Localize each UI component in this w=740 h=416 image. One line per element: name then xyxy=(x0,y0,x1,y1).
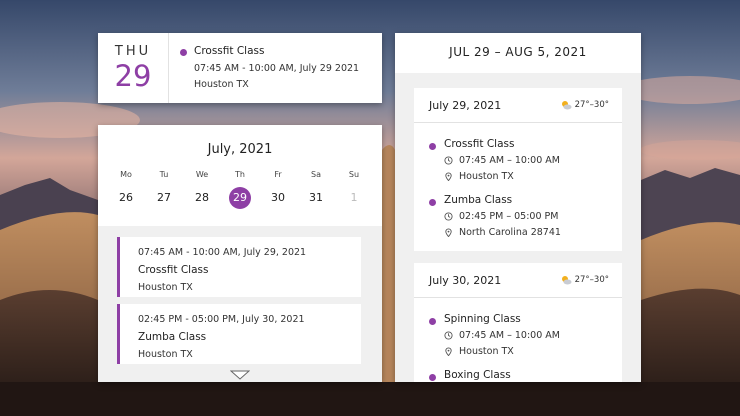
agenda-day-header: July 30, 2021 27°–30° xyxy=(414,263,622,298)
agenda-event[interactable]: Crossfit Class 07:45 AM – 10:00 AM Houst… xyxy=(414,138,622,182)
day-cell[interactable]: Su 1 xyxy=(341,170,367,209)
agenda-widget[interactable]: JUL 29 – AUG 5, 2021 July 29, 2021 27°–3… xyxy=(395,33,641,382)
event-dot-icon xyxy=(429,318,436,325)
event-location-row: North Carolina 28741 xyxy=(444,227,622,238)
chevron-down-icon[interactable] xyxy=(230,370,250,380)
month-widget[interactable]: July, 2021 Mo 26 Tu 27 We 28 Th 29 Fr 30 Sa 31… xyxy=(98,125,382,382)
clock-icon xyxy=(444,212,453,221)
day-cell[interactable]: Fr 30 xyxy=(265,170,291,209)
event-time-row: 07:45 AM – 10:00 AM xyxy=(444,155,622,166)
weather-range: 27°–30° xyxy=(574,100,609,110)
agenda-day-card[interactable]: July 30, 2021 27°–30° Spinning Class 07:… xyxy=(414,263,622,382)
weekday-label: Sa xyxy=(311,170,321,179)
agenda-event[interactable]: Zumba Class 02:45 PM – 05:00 PM North Ca… xyxy=(414,194,622,238)
event-title: Zumba Class xyxy=(444,194,513,206)
event-title: Crossfit Class xyxy=(194,45,265,57)
day-cell[interactable]: Tu 27 xyxy=(151,170,177,209)
agenda-date: July 30, 2021 xyxy=(429,274,502,287)
clock-icon xyxy=(444,156,453,165)
event-location-row: Houston TX xyxy=(444,346,622,357)
weekday-label: Th xyxy=(235,170,245,179)
event-location: Houston TX xyxy=(138,282,193,293)
agenda-day-header: July 29, 2021 27°–30° xyxy=(414,88,622,123)
today-widget[interactable]: THU 29 Crossfit Class 07:45 AM - 10:00 A… xyxy=(98,33,382,103)
event-time-row: 07:45 AM – 10:00 AM xyxy=(444,330,622,341)
event-card[interactable]: 07:45 AM - 10:00 AM, July 29, 2021 Cross… xyxy=(117,237,361,297)
day-number: 1 xyxy=(350,191,358,204)
event-card[interactable]: 02:45 PM - 05:00 PM, July 30, 2021 Zumba… xyxy=(117,304,361,364)
event-time: 07:45 AM – 10:00 AM xyxy=(459,330,560,341)
event-title: Crossfit Class xyxy=(138,264,209,276)
location-pin-icon xyxy=(445,172,452,181)
event-title: Boxing Class xyxy=(444,369,511,381)
event-dot-icon xyxy=(429,199,436,206)
weather-info: 27°–30° xyxy=(560,274,609,286)
event-location: Houston TX xyxy=(459,171,514,182)
event-location: Houston TX xyxy=(459,346,514,357)
event-time: 02:45 PM - 05:00 PM, July 30, 2021 xyxy=(138,314,305,325)
day-cell[interactable]: Mo 26 xyxy=(113,170,139,209)
weekday-label: THU xyxy=(114,44,152,59)
selected-day-number: 29 xyxy=(229,187,251,209)
location-pin-icon xyxy=(445,347,452,356)
event-time-row: 02:45 PM – 05:00 PM xyxy=(444,211,622,222)
event-location: Houston TX xyxy=(138,349,193,360)
day-cell[interactable]: Sa 31 xyxy=(303,170,329,209)
day-cell-selected[interactable]: Th 29 xyxy=(227,170,253,209)
event-title: Crossfit Class xyxy=(444,138,515,150)
event-time: 07:45 AM – 10:00 AM xyxy=(459,155,560,166)
day-number: 27 xyxy=(157,191,171,204)
day-number: 26 xyxy=(119,191,133,204)
date-range-title: JUL 29 – AUG 5, 2021 xyxy=(395,33,641,73)
event-time: 07:45 AM - 10:00 AM, July 29 2021 xyxy=(194,63,360,74)
clock-icon xyxy=(444,331,453,340)
agenda-day-card[interactable]: July 29, 2021 27°–30° Crossfit Class 07:… xyxy=(414,88,622,251)
today-event[interactable]: Crossfit Class 07:45 AM - 10:00 AM, July… xyxy=(180,45,359,90)
day-number: 30 xyxy=(271,191,285,204)
partly-sunny-icon xyxy=(561,101,572,110)
event-time: 07:45 AM - 10:00 AM, July 29, 2021 xyxy=(138,247,307,258)
event-location: Houston TX xyxy=(194,79,249,90)
weekday-label: Tu xyxy=(159,170,169,179)
day-number: 29 xyxy=(114,59,152,93)
weekday-label: Mo xyxy=(120,170,132,179)
day-number: 31 xyxy=(309,191,323,204)
week-strip: Mo 26 Tu 27 We 28 Th 29 Fr 30 Sa 31 Su 1 xyxy=(98,170,382,209)
weather-range: 27°–30° xyxy=(574,275,609,285)
event-title: Zumba Class xyxy=(138,331,207,343)
event-dot-icon xyxy=(180,49,187,56)
day-number: 28 xyxy=(195,191,209,204)
location-pin-icon xyxy=(445,228,452,237)
weekday-label: Fr xyxy=(274,170,282,179)
weekday-label: We xyxy=(195,170,209,179)
agenda-date: July 29, 2021 xyxy=(429,99,502,112)
event-title: Spinning Class xyxy=(444,313,521,325)
agenda-event[interactable]: Boxing Class xyxy=(414,369,622,381)
month-header: July, 2021 Mo 26 Tu 27 We 28 Th 29 Fr 30 Sa 31… xyxy=(98,125,382,226)
event-dot-icon xyxy=(429,143,436,150)
day-cell[interactable]: We 28 xyxy=(189,170,215,209)
partly-sunny-icon xyxy=(561,276,572,285)
event-location-row: Houston TX xyxy=(444,171,622,182)
weather-info: 27°–30° xyxy=(560,99,609,111)
date-block: THU 29 xyxy=(98,33,169,103)
weekday-label: Su xyxy=(348,170,360,179)
event-location: North Carolina 28741 xyxy=(459,227,561,238)
event-dot-icon xyxy=(429,374,436,381)
event-time: 02:45 PM – 05:00 PM xyxy=(459,211,559,222)
month-title: July, 2021 xyxy=(207,142,273,157)
agenda-event[interactable]: Spinning Class 07:45 AM – 10:00 AM Houst… xyxy=(414,313,622,357)
event-title-row: Crossfit Class xyxy=(180,45,359,57)
